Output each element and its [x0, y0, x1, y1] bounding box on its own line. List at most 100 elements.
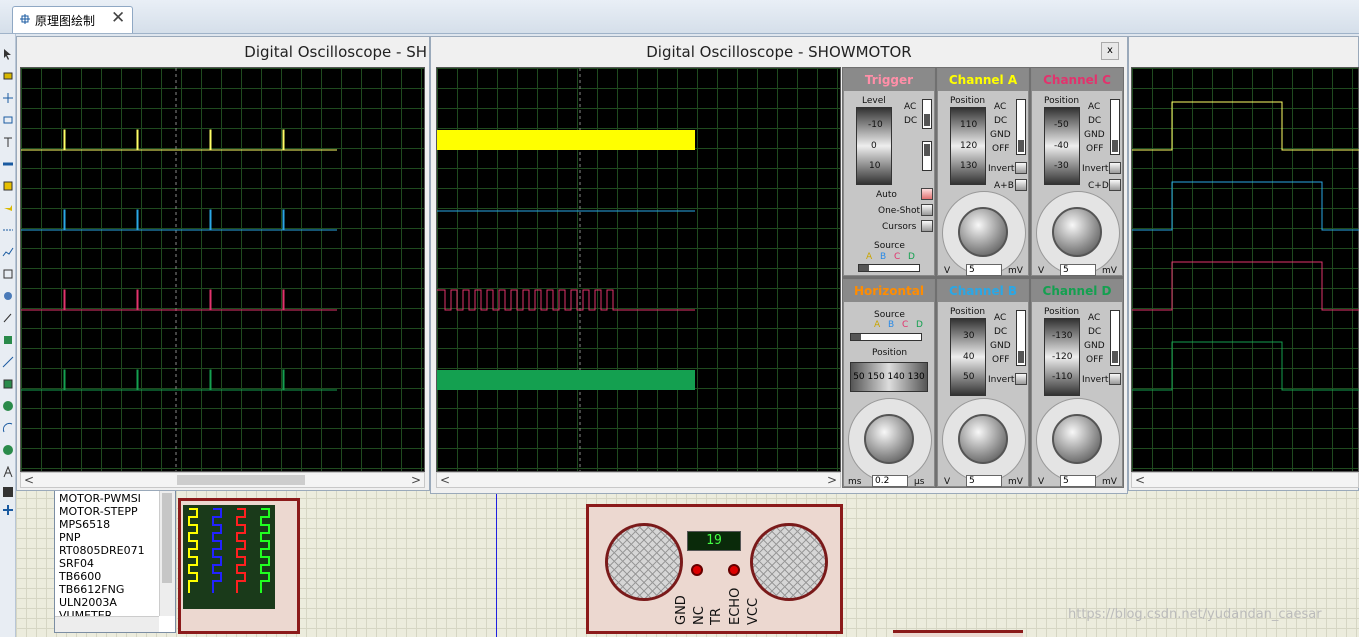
scope3-horizontal-scrollbar[interactable]: <	[1131, 472, 1359, 488]
trigger-edge-switch[interactable]	[922, 141, 932, 171]
list-item[interactable]: PNP	[59, 531, 81, 544]
combine-button[interactable]	[1015, 179, 1027, 191]
channel-b-value[interactable]: 5	[966, 475, 1002, 487]
cursors-button[interactable]	[921, 220, 933, 232]
scroll-thumb[interactable]	[177, 475, 305, 485]
channel-c-coupling-switch[interactable]	[1110, 99, 1120, 155]
oneshot-button[interactable]	[921, 204, 933, 216]
scope1-horizontal-scrollbar[interactable]: < >	[20, 472, 425, 488]
wire-label-tool-icon[interactable]	[2, 114, 14, 126]
channel-d-value[interactable]: 5	[1060, 475, 1096, 487]
channel-a-volts-knob[interactable]	[958, 207, 1008, 257]
pin-tool-icon[interactable]	[2, 224, 14, 236]
marker-tool-icon[interactable]	[2, 504, 14, 516]
trigger-section: Trigger Level -10 0 10 AC DC Auto One-Sh…	[843, 68, 935, 276]
ac-label: AC	[904, 102, 917, 112]
terminal-tool-icon[interactable]	[2, 202, 14, 214]
trigger-source-slider[interactable]	[858, 264, 920, 272]
dc-label: DC	[1088, 116, 1102, 126]
symbol-tool-icon[interactable]	[2, 486, 14, 498]
tape-tool-icon[interactable]	[2, 268, 14, 280]
tick-label: 130	[960, 161, 978, 171]
tab-schematic-capture[interactable]: 原理图绘制 ✕	[12, 6, 133, 33]
stepper-motor-component[interactable]	[178, 498, 300, 634]
list-item[interactable]: TB6612FNG	[59, 583, 124, 596]
combine-label: C+D	[1088, 181, 1109, 191]
channel-b-position-drum[interactable]: 30 40 50	[950, 318, 986, 396]
source-d-label: D	[916, 320, 923, 330]
gnd-label: GND	[1084, 341, 1105, 351]
horizontal-time-knob[interactable]	[864, 414, 914, 464]
invert-button[interactable]	[1109, 162, 1121, 174]
channel-d-volts-knob[interactable]	[1052, 414, 1102, 464]
unit-mv-label: mV	[1008, 477, 1023, 487]
bus-tool-icon[interactable]	[2, 158, 14, 170]
pin-label: TR	[709, 608, 724, 625]
channel-c-position-drum[interactable]: -50 -40 -30	[1044, 107, 1080, 185]
box-tool-icon[interactable]	[2, 378, 14, 390]
instrument-tool-icon[interactable]	[2, 334, 14, 346]
list-item[interactable]: SRF04	[59, 557, 94, 570]
close-tab-icon[interactable]: ✕	[111, 8, 125, 28]
junction-tool-icon[interactable]	[2, 92, 14, 104]
channel-a-position-drum[interactable]: 110 120 130	[950, 107, 986, 185]
list-item[interactable]: MOTOR-PWMSI	[59, 492, 141, 505]
device-list[interactable]: MOTOR-PWMSI MOTOR-STEPP MPS6518 PNP RT08…	[54, 488, 176, 633]
scroll-right-arrow[interactable]: >	[827, 473, 837, 487]
selection-tool-icon[interactable]	[2, 48, 14, 60]
scroll-right-arrow[interactable]: >	[411, 473, 421, 487]
scroll-left-arrow[interactable]: <	[440, 473, 450, 487]
off-label: OFF	[1086, 144, 1104, 154]
tick-label: 110	[960, 120, 978, 130]
source-a-label: A	[874, 320, 881, 330]
channel-a-coupling-switch[interactable]	[1016, 99, 1026, 155]
horizontal-source-slider[interactable]	[850, 333, 922, 341]
text-script-tool-icon[interactable]	[2, 466, 14, 478]
invert-button[interactable]	[1015, 373, 1027, 385]
invert-button[interactable]	[1109, 373, 1121, 385]
device-list-vertical-scrollbar[interactable]	[159, 489, 175, 616]
text-tool-icon[interactable]	[2, 136, 14, 148]
horizontal-position-drum[interactable]: 50 150 140 130	[850, 362, 928, 392]
channel-d-coupling-switch[interactable]	[1110, 310, 1120, 366]
trigger-level-drum[interactable]: -10 0 10	[856, 107, 892, 185]
horizontal-value[interactable]: 0.2	[872, 475, 908, 487]
channel-c-volts-knob[interactable]	[1052, 207, 1102, 257]
source-c-label: C	[894, 252, 901, 262]
circle-tool-icon[interactable]	[2, 400, 14, 412]
channel-d-position-drum[interactable]: -130 -120 -110	[1044, 318, 1080, 396]
line-tool-icon[interactable]	[2, 356, 14, 368]
scroll-left-arrow[interactable]: <	[24, 473, 34, 487]
channel-d-section: Channel D Position -130 -120 -110 AC DC …	[1031, 279, 1123, 487]
device-list-horizontal-scrollbar[interactable]	[55, 616, 159, 632]
tick-label: 30	[963, 331, 975, 341]
invert-label: Invert	[988, 164, 1015, 174]
arc-tool-icon[interactable]	[2, 422, 14, 434]
invert-button[interactable]	[1015, 162, 1027, 174]
list-item[interactable]: TB6600	[59, 570, 101, 583]
graph-tool-icon[interactable]	[2, 246, 14, 258]
srf04-sensor[interactable]: GND NC TR ECHO VCC	[586, 504, 843, 634]
subcircuit-tool-icon[interactable]	[2, 180, 14, 192]
channel-a-value[interactable]: 5	[966, 264, 1002, 276]
channel-b-coupling-switch[interactable]	[1016, 310, 1026, 366]
generator-tool-icon[interactable]	[2, 290, 14, 302]
list-item[interactable]: MOTOR-STEPP	[59, 505, 138, 518]
list-item[interactable]: ULN2003A	[59, 596, 117, 609]
list-item[interactable]: MPS6518	[59, 518, 110, 531]
distance-display[interactable]: 19	[687, 531, 741, 551]
component-tool-icon[interactable]	[2, 70, 14, 82]
auto-button[interactable]	[921, 188, 933, 200]
channel-c-value[interactable]: 5	[1060, 264, 1096, 276]
combine-button[interactable]	[1109, 179, 1121, 191]
close-window-button[interactable]: x	[1101, 42, 1119, 60]
probe-tool-icon[interactable]	[2, 312, 14, 324]
scope2-horizontal-scrollbar[interactable]: < >	[436, 472, 841, 488]
trigger-coupling-switch[interactable]	[922, 99, 932, 129]
scope2-traces	[437, 68, 695, 471]
path-tool-icon[interactable]	[2, 444, 14, 456]
position-label: Position	[1044, 96, 1080, 106]
scroll-left-arrow[interactable]: <	[1135, 473, 1145, 487]
list-item[interactable]: RT0805DRE071	[59, 544, 145, 557]
channel-b-volts-knob[interactable]	[958, 414, 1008, 464]
